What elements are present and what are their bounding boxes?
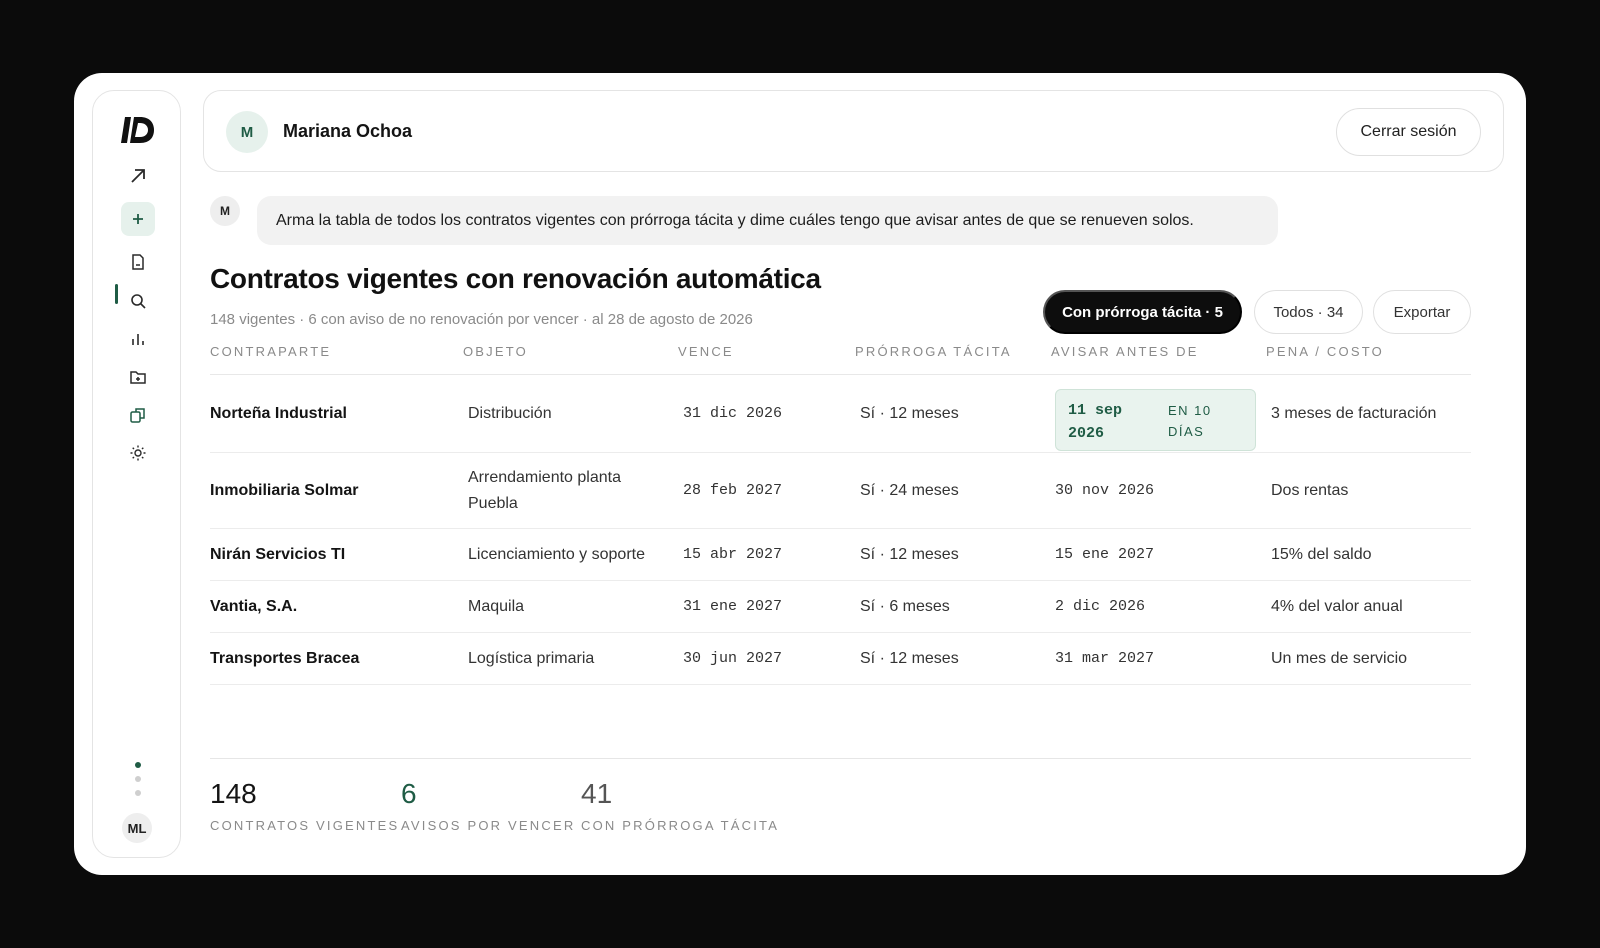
notice-date: 11 sep 2026	[1068, 402, 1123, 442]
stat-notices-due: 6 AVISOS POR VENCER	[401, 778, 575, 833]
tacit-renewal: Sí · 6 meses	[860, 597, 950, 615]
page-subtitle: 148 vigentes · 6 con aviso de no renovac…	[210, 311, 753, 328]
column-header[interactable]: CONTRAPARTE	[210, 344, 331, 359]
notice-date: 2 dic 2026	[1055, 598, 1146, 615]
table-row[interactable]: Inmobiliaria Solmar Arrendamiento planta…	[210, 453, 1471, 529]
table-row[interactable]: Vantia, S.A. Maquila 31 ene 2027 Sí · 6 …	[210, 581, 1471, 633]
counterparty: Inmobiliaria Solmar	[210, 481, 359, 499]
expiry-date: 15 abr 2027	[683, 546, 783, 563]
penalty: Dos rentas	[1271, 481, 1349, 499]
folder-plus-icon[interactable]	[121, 360, 155, 394]
counterparty: Nirán Servicios TI	[210, 545, 346, 563]
stat-value: 41	[581, 778, 613, 809]
column-header[interactable]: VENCE	[678, 344, 734, 359]
export-button[interactable]: Exportar	[1373, 290, 1471, 334]
dot-active[interactable]	[135, 762, 141, 768]
filter-all[interactable]: Todos · 34	[1254, 290, 1363, 334]
stat-tacit-renewal: 41 CON PRÓRROGA TÁCITA	[581, 778, 779, 833]
contract-object: Logística primaria	[468, 649, 595, 667]
tacit-renewal: Sí · 12 meses	[860, 649, 959, 667]
expiry-date: 30 jun 2027	[683, 650, 783, 667]
active-indicator	[115, 284, 118, 304]
tacit-renewal: Sí · 24 meses	[860, 481, 959, 499]
user-avatar: M	[226, 111, 268, 153]
prompt-avatar: M	[210, 196, 240, 226]
contract-object: Licenciamiento y soporte	[468, 545, 645, 563]
column-header[interactable]: AVISAR ANTES DE	[1051, 344, 1199, 359]
penalty: 4% del valor anual	[1271, 597, 1403, 615]
search-icon[interactable]	[121, 284, 155, 318]
notice-date: 30 nov 2026	[1055, 482, 1155, 499]
copy-icon[interactable]	[121, 398, 155, 432]
notice-alert-badge: 11 sep 2026 EN 10 DÍAS	[1055, 389, 1256, 451]
penalty: Un mes de servicio	[1271, 649, 1408, 667]
counterparty: Norteña Industrial	[210, 404, 347, 422]
stat-active-contracts: 148 CONTRATOS VIGENTES	[210, 778, 399, 833]
table-row[interactable]: Nirán Servicios TI Licenciamiento y sopo…	[210, 529, 1471, 581]
notice-date: 15 ene 2027	[1055, 546, 1155, 563]
sun-icon[interactable]	[121, 436, 155, 470]
contracts-table: CONTRAPARTE OBJETO VENCE PRÓRROGA TÁCITA…	[210, 341, 1471, 685]
penalty: 3 meses de facturación	[1271, 404, 1437, 422]
penalty: 15% del saldo	[1271, 545, 1372, 563]
stat-value: 6	[401, 778, 417, 809]
column-header[interactable]: PRÓRROGA TÁCITA	[855, 344, 1012, 359]
table-header: CONTRAPARTE OBJETO VENCE PRÓRROGA TÁCITA…	[210, 341, 1471, 375]
app-window: ML M Mariana Ochoa Cerrar sesión M Arma …	[74, 73, 1526, 875]
column-header[interactable]: PENA / COSTO	[1266, 344, 1384, 359]
notice-date: 31 mar 2027	[1055, 650, 1155, 667]
logout-button[interactable]: Cerrar sesión	[1336, 108, 1481, 156]
plus-icon[interactable]	[121, 202, 155, 236]
notice-flag: EN 10 DÍAS	[1168, 403, 1212, 439]
divider	[210, 758, 1471, 759]
table-row[interactable]: Norteña Industrial Distribución 31 dic 2…	[210, 375, 1471, 453]
counterparty: Vantia, S.A.	[210, 597, 298, 615]
brand-logo[interactable]	[121, 115, 155, 145]
page-title: Contratos vigentes con renovación automá…	[210, 263, 821, 294]
user-name: Mariana Ochoa	[283, 121, 413, 141]
account-avatar[interactable]: ML	[122, 813, 152, 843]
expiry-date: 31 dic 2026	[683, 405, 783, 422]
table-row[interactable]: Transportes Bracea Logística primaria 30…	[210, 633, 1471, 685]
column-header[interactable]: OBJETO	[463, 344, 528, 359]
contract-object: Arrendamiento planta Puebla	[468, 468, 621, 512]
stat-value: 148	[210, 778, 257, 809]
bar-chart-icon[interactable]	[121, 322, 155, 356]
document-icon[interactable]	[121, 245, 155, 279]
stat-label: AVISOS POR VENCER	[401, 818, 576, 833]
filter-tacit-renewal[interactable]: Con prórroga tácita · 5	[1043, 290, 1242, 334]
pagination-dots	[134, 762, 142, 804]
header: M Mariana Ochoa Cerrar sesión	[203, 90, 1504, 172]
dot[interactable]	[135, 790, 141, 796]
contract-object: Distribución	[468, 404, 552, 422]
expiry-date: 28 feb 2027	[683, 482, 783, 499]
stat-label: CONTRATOS VIGENTES	[210, 818, 400, 833]
tacit-renewal: Sí · 12 meses	[860, 404, 959, 422]
sidebar: ML	[92, 90, 181, 858]
contract-object: Maquila	[468, 597, 525, 615]
arrow-up-right-icon[interactable]	[121, 159, 155, 193]
prompt-bubble: Arma la tabla de todos los contratos vig…	[257, 196, 1278, 245]
dot[interactable]	[135, 776, 141, 782]
tacit-renewal: Sí · 12 meses	[860, 545, 959, 563]
expiry-date: 31 ene 2027	[683, 598, 783, 615]
counterparty: Transportes Bracea	[210, 649, 360, 667]
stat-label: CON PRÓRROGA TÁCITA	[581, 818, 780, 833]
